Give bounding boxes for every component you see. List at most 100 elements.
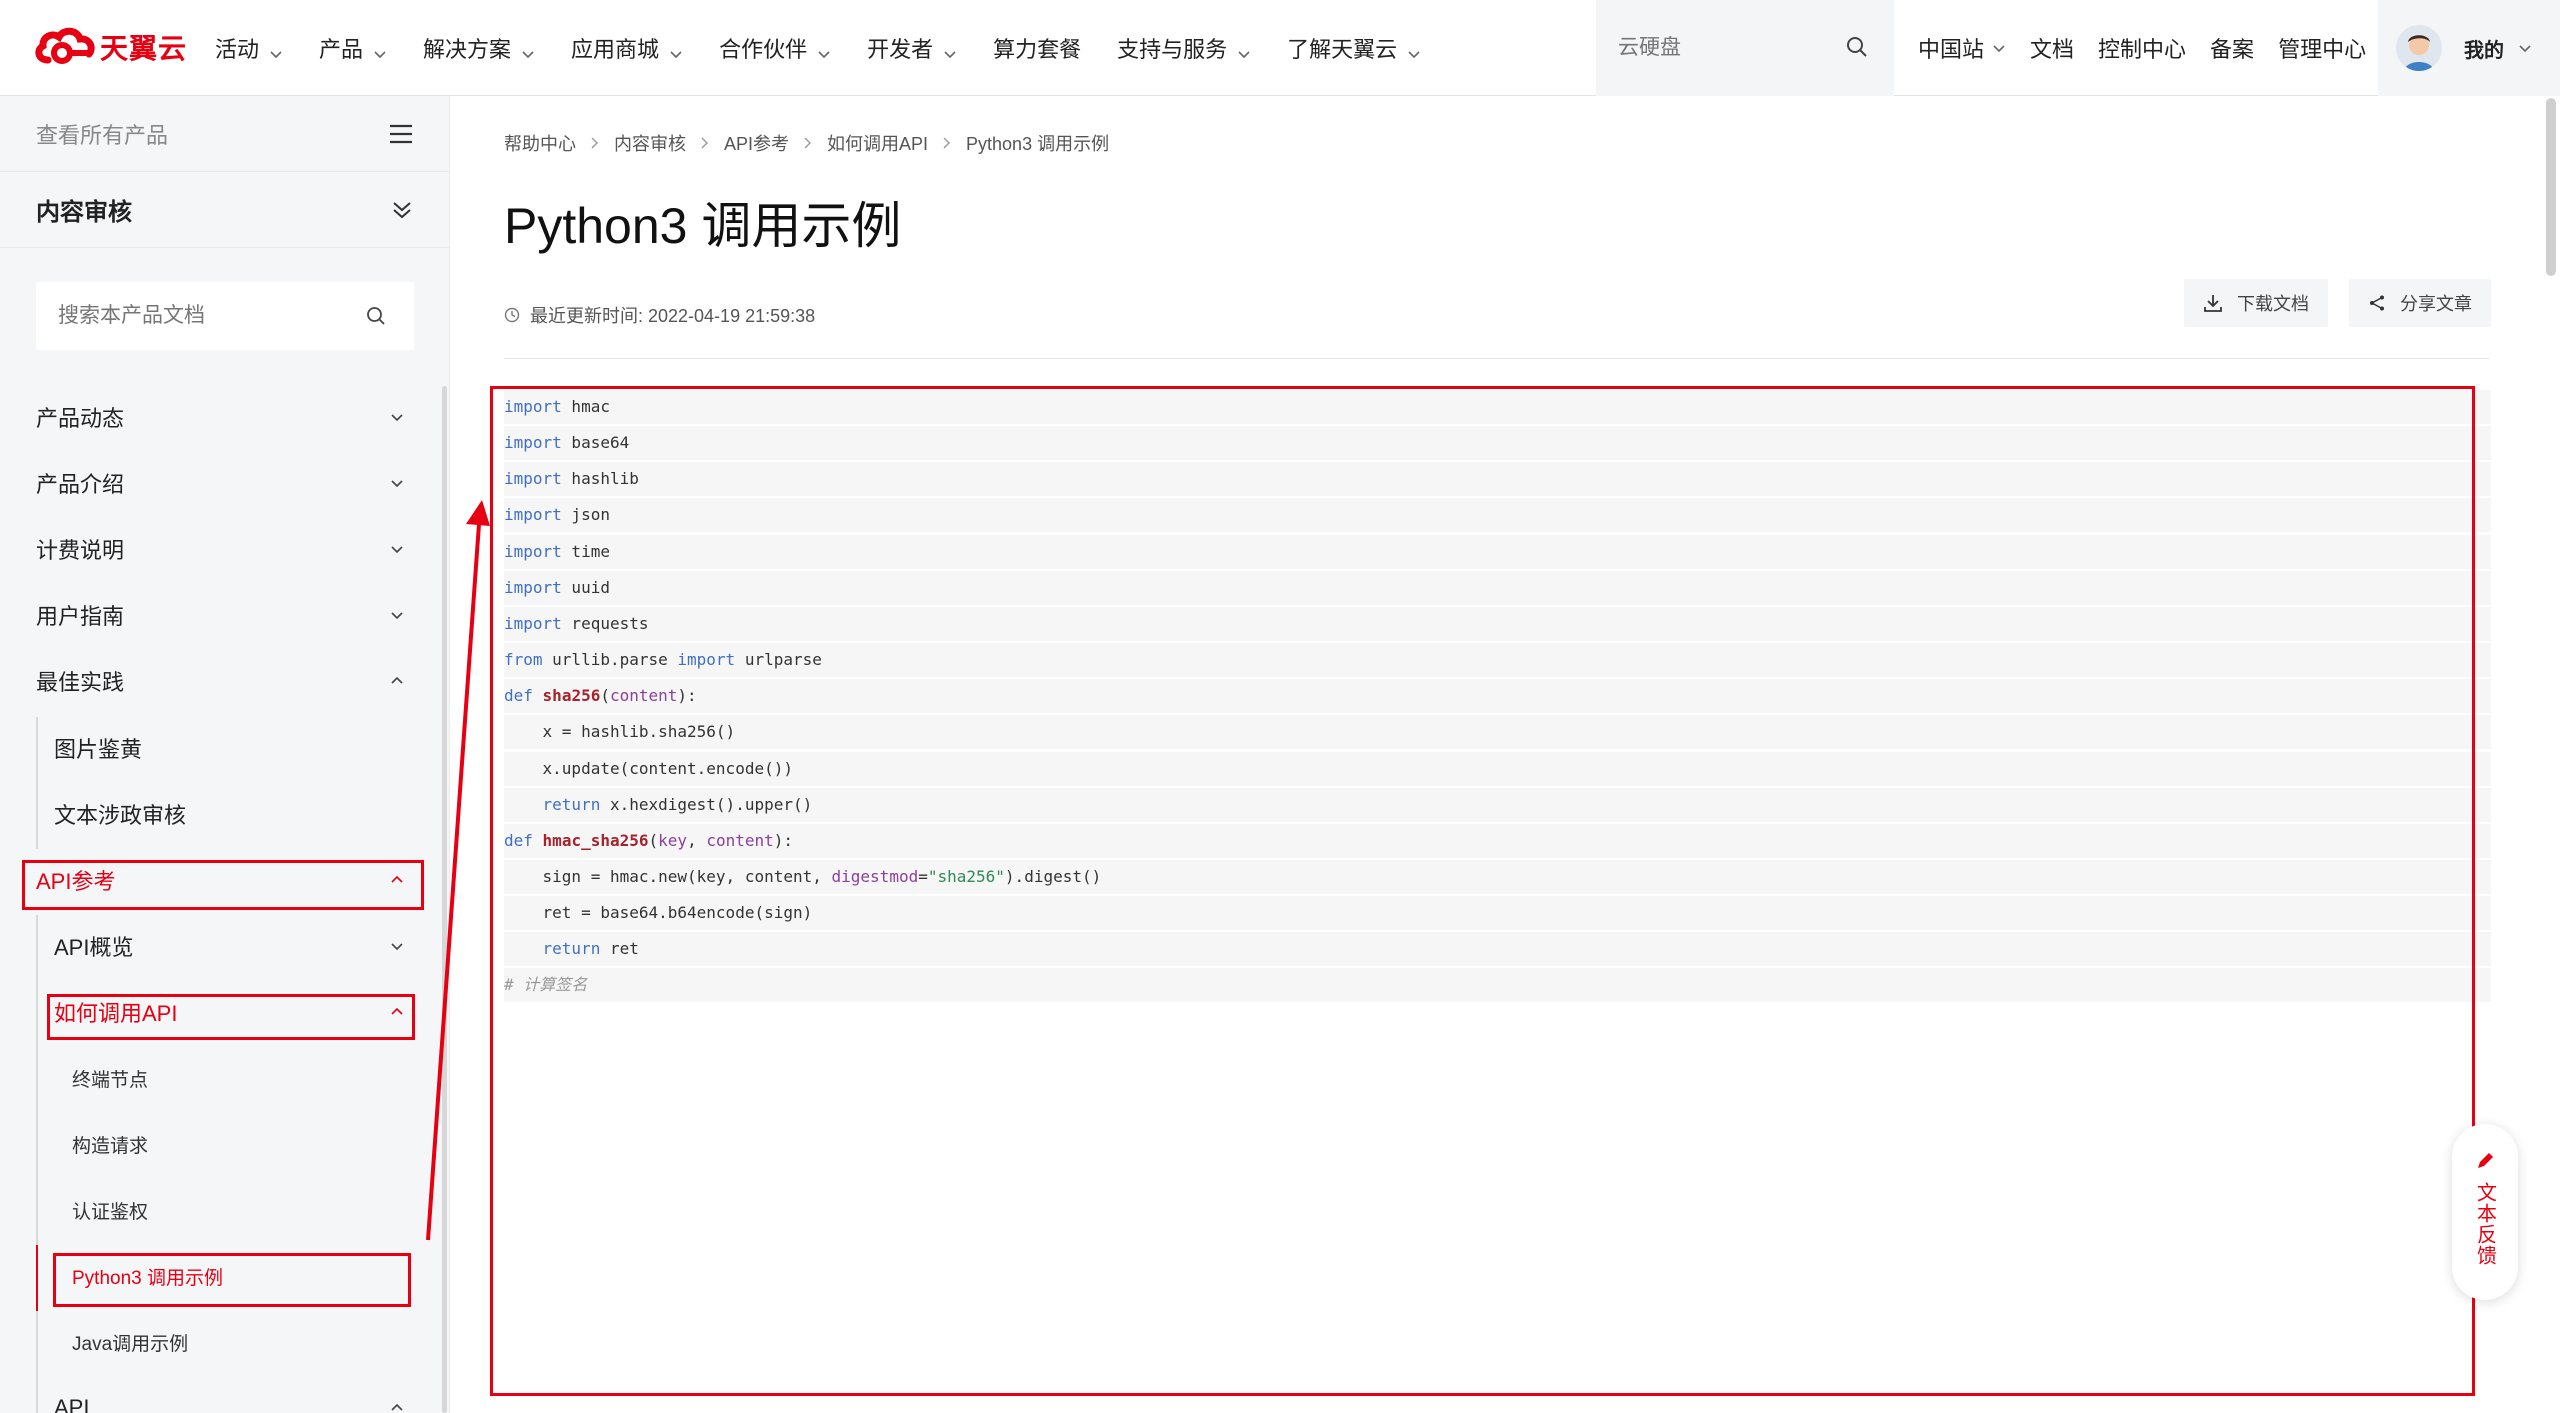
chevron-up-icon[interactable] bbox=[390, 1395, 404, 1413]
sidebar-item[interactable]: 计费说明 bbox=[0, 516, 440, 582]
breadcrumb-item[interactable]: API参考 bbox=[724, 130, 789, 156]
nav-item-label: 应用商城 bbox=[571, 37, 660, 62]
sidebar-item[interactable]: 产品动态 bbox=[0, 384, 440, 450]
chevron-right-icon bbox=[590, 133, 600, 154]
chevron-down-icon bbox=[817, 41, 831, 59]
search-icon[interactable] bbox=[366, 306, 386, 326]
download-icon bbox=[2204, 295, 2222, 312]
nav-item-label: 产品 bbox=[319, 37, 364, 62]
main-nav: 活动 产品 解决方案 应用商城 合作伙伴 开发者 算力套餐 支持与服务 了解天翼云 bbox=[215, 0, 1457, 96]
page-scrollbar[interactable] bbox=[2546, 98, 2556, 276]
chevron-down-icon[interactable] bbox=[390, 404, 404, 430]
sidebar-item[interactable]: 用户指南 bbox=[0, 582, 440, 648]
last-updated-text: 最近更新时间: 2022-04-19 21:59:38 bbox=[530, 306, 816, 326]
nav-item-label: 支持与服务 bbox=[1117, 37, 1228, 62]
active-indicator bbox=[36, 1245, 38, 1311]
top-right-link[interactable]: 备案 bbox=[2210, 32, 2254, 64]
highlight-box-code-sample bbox=[490, 386, 2475, 1396]
nav-item-label: 开发者 bbox=[867, 37, 934, 62]
chevron-down-icon bbox=[521, 41, 535, 59]
sidebar-item[interactable]: 认证鉴权 bbox=[0, 1177, 440, 1243]
breadcrumb-item: Python3 调用示例 bbox=[966, 134, 1110, 154]
view-all-products-label: 查看所有产品 bbox=[36, 122, 169, 148]
breadcrumb-item[interactable]: 内容审核 bbox=[614, 130, 686, 156]
sidebar-item[interactable]: 构造请求 bbox=[0, 1111, 440, 1177]
sidebar-item-label: 认证鉴权 bbox=[72, 1201, 149, 1223]
top-right-link[interactable]: 文档 bbox=[2030, 32, 2074, 64]
sidebar-item[interactable]: API概览 bbox=[0, 913, 440, 979]
highlight-box-python3-example bbox=[53, 1253, 411, 1307]
share-article-button[interactable]: 分享文章 bbox=[2349, 279, 2491, 327]
sidebar-item[interactable]: 终端节点 bbox=[0, 1045, 440, 1111]
download-doc-button[interactable]: 下载文档 bbox=[2184, 279, 2328, 327]
sidebar-item[interactable]: Java调用示例 bbox=[0, 1309, 440, 1375]
brand-logo[interactable]: 天翼云 bbox=[34, 26, 187, 68]
highlight-box-how-to-call-api bbox=[47, 994, 415, 1040]
product-name: 内容审核 bbox=[36, 199, 132, 226]
sidebar-item[interactable]: 图片鉴黄 bbox=[0, 715, 440, 781]
top-right-link-label: 中国站 bbox=[1918, 37, 1985, 62]
menu-icon[interactable] bbox=[389, 124, 413, 144]
nav-item[interactable]: 了解天翼云 bbox=[1287, 32, 1421, 64]
chevron-down-icon bbox=[269, 41, 283, 59]
share-icon bbox=[2370, 295, 2384, 311]
sidebar-item[interactable]: 最佳实践 bbox=[0, 648, 440, 714]
nav-item-label: 活动 bbox=[215, 37, 260, 62]
top-right-link[interactable]: 中国站 bbox=[1918, 32, 2006, 64]
download-doc-label: 下载文档 bbox=[2237, 294, 2309, 314]
nav-item[interactable]: 支持与服务 bbox=[1117, 32, 1251, 64]
tree-guide-line bbox=[36, 915, 38, 1413]
breadcrumb-item[interactable]: 帮助中心 bbox=[504, 130, 576, 156]
product-doc-search-input[interactable] bbox=[58, 304, 358, 328]
tree-guide-line bbox=[36, 717, 38, 849]
sidebar-item-label: 文本涉政审核 bbox=[54, 803, 187, 828]
last-updated: 最近更新时间: 2022-04-19 21:59:38 bbox=[504, 302, 815, 328]
pencil-icon bbox=[2478, 1153, 2493, 1168]
product-doc-search[interactable] bbox=[36, 282, 414, 350]
avatar-icon bbox=[2396, 25, 2442, 71]
nav-item-label: 了解天翼云 bbox=[1287, 37, 1398, 62]
doc-sidebar: 查看所有产品 内容审核 产品动态产品介绍计费说明用户指南最佳实践图片鉴黄文本涉政… bbox=[0, 96, 450, 1413]
nav-item-label: 算力套餐 bbox=[993, 37, 1082, 62]
breadcrumb-item[interactable]: 如何调用API bbox=[827, 130, 928, 156]
product-switcher[interactable]: 内容审核 bbox=[0, 172, 449, 248]
sidebar-item-label: 最佳实践 bbox=[36, 670, 125, 695]
nav-item-label: 解决方案 bbox=[423, 37, 512, 62]
user-label: 我的 bbox=[2464, 39, 2504, 62]
nav-item[interactable]: 解决方案 bbox=[423, 32, 535, 64]
text-feedback-button[interactable]: 文本反馈 bbox=[2452, 1124, 2518, 1300]
chevron-down-icon bbox=[1237, 41, 1251, 59]
top-right-link[interactable]: 控制中心 bbox=[2098, 32, 2186, 64]
brand-name: 天翼云 bbox=[100, 33, 188, 64]
nav-item[interactable]: 合作伙伴 bbox=[719, 32, 831, 64]
chevron-down-icon bbox=[1992, 35, 2006, 61]
sidebar-item[interactable]: API bbox=[0, 1375, 440, 1413]
chevron-right-icon bbox=[700, 133, 710, 154]
sidebar-item-label: 计费说明 bbox=[36, 538, 125, 563]
nav-item[interactable]: 开发者 bbox=[867, 32, 957, 64]
double-chevron-down-icon[interactable] bbox=[391, 199, 413, 221]
sidebar-item-label: 终端节点 bbox=[72, 1069, 149, 1091]
nav-item[interactable]: 应用商城 bbox=[571, 32, 683, 64]
global-search-input[interactable] bbox=[1618, 36, 1838, 60]
top-right-link-label: 备案 bbox=[2210, 37, 2255, 62]
view-all-products[interactable]: 查看所有产品 bbox=[0, 96, 449, 172]
chevron-down-icon bbox=[373, 41, 387, 59]
chevron-down-icon bbox=[2519, 45, 2531, 53]
user-menu[interactable]: 我的 bbox=[2378, 0, 2560, 96]
sidebar-item-label: API概览 bbox=[54, 935, 134, 960]
nav-item[interactable]: 活动 bbox=[215, 32, 283, 64]
nav-item[interactable]: 算力套餐 bbox=[993, 32, 1081, 64]
global-search[interactable] bbox=[1596, 0, 1894, 96]
header-divider bbox=[504, 358, 2490, 359]
search-icon[interactable] bbox=[1846, 36, 1868, 58]
sidebar-item[interactable]: 文本涉政审核 bbox=[0, 781, 440, 847]
sidebar-item-label: 用户指南 bbox=[36, 604, 125, 629]
chevron-right-icon bbox=[942, 133, 952, 154]
top-right-link[interactable]: 管理中心 bbox=[2278, 32, 2366, 64]
avatar[interactable] bbox=[2396, 25, 2442, 71]
cloud-logo-icon bbox=[35, 27, 95, 64]
sidebar-item-label: 图片鉴黄 bbox=[54, 737, 143, 762]
nav-item[interactable]: 产品 bbox=[319, 32, 387, 64]
sidebar-item[interactable]: 产品介绍 bbox=[0, 450, 440, 516]
